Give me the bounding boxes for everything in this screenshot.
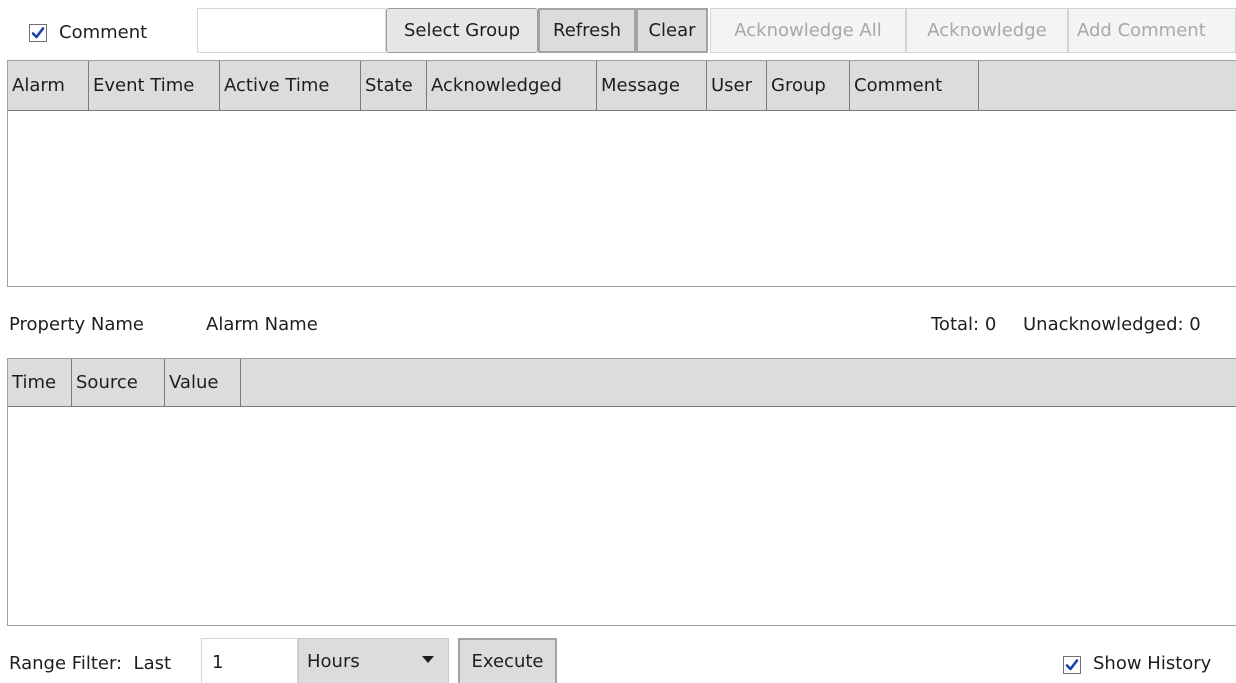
history-grid[interactable]: Time Source Value (7, 358, 1236, 626)
refresh-button-label: Refresh (553, 20, 621, 41)
column-header-label: Value (169, 372, 219, 393)
acknowledge-button-label: Acknowledge (927, 20, 1047, 41)
column-header-time[interactable]: Time (8, 359, 72, 406)
column-header-message[interactable]: Message (597, 61, 707, 110)
clear-button-label: Clear (648, 20, 696, 41)
column-header-label: Message (601, 75, 680, 96)
add-comment-button[interactable]: Add Comment (1068, 8, 1236, 53)
total-count: Total: 0 (931, 314, 997, 335)
acknowledge-button[interactable]: Acknowledge (906, 8, 1068, 53)
unacknowledged-count: Unacknowledged: 0 (1023, 314, 1201, 335)
column-header-acknowledged[interactable]: Acknowledged (427, 61, 597, 110)
column-header-event-time[interactable]: Event Time (89, 61, 220, 110)
chevron-down-icon (422, 656, 434, 663)
check-mark-icon (31, 27, 45, 39)
select-group-button[interactable]: Select Group (386, 8, 538, 53)
column-header-label: Event Time (93, 75, 195, 96)
add-comment-button-label: Add Comment (1077, 20, 1206, 41)
clear-button[interactable]: Clear (636, 8, 708, 53)
comment-input[interactable] (197, 8, 386, 53)
history-grid-header: Time Source Value (8, 359, 1236, 407)
column-header-label: Acknowledged (431, 75, 562, 96)
column-header-state[interactable]: State (361, 61, 427, 110)
alarm-grid[interactable]: Alarm Event Time Active Time State Ackno… (7, 60, 1236, 287)
comment-checkbox[interactable] (29, 24, 47, 42)
range-unit-value: Hours (307, 650, 360, 672)
range-value-input[interactable]: 1 (201, 638, 298, 683)
column-header-label: State (365, 75, 413, 96)
show-history-label: Show History (1093, 653, 1212, 674)
column-header-active-time[interactable]: Active Time (220, 61, 361, 110)
column-header-label: Active Time (224, 75, 330, 96)
column-header-source[interactable]: Source (72, 359, 165, 406)
select-group-button-label: Select Group (403, 20, 521, 41)
column-header-group[interactable]: Group (767, 61, 850, 110)
comment-checkbox-label: Comment (59, 22, 148, 43)
alarm-grid-header: Alarm Event Time Active Time State Ackno… (8, 61, 1236, 111)
column-header-label: Time (12, 372, 57, 393)
property-name-label: Property Name (9, 314, 144, 335)
refresh-button[interactable]: Refresh (538, 8, 636, 53)
show-history-checkbox[interactable] (1063, 656, 1081, 674)
range-value-text: 1 (212, 652, 224, 673)
range-unit-select[interactable]: Hours (298, 638, 449, 683)
column-header-comment[interactable]: Comment (850, 61, 979, 110)
column-header-label: User (711, 75, 753, 96)
acknowledge-all-button[interactable]: Acknowledge All (710, 8, 906, 53)
column-header-label: Comment (854, 75, 943, 96)
execute-button[interactable]: Execute (458, 638, 557, 683)
acknowledge-all-button-label: Acknowledge All (734, 20, 882, 41)
column-header-filler (979, 61, 1236, 110)
alarm-name-label: Alarm Name (206, 314, 318, 335)
column-header-value[interactable]: Value (165, 359, 241, 406)
column-header-label: Alarm (12, 75, 65, 96)
column-header-user[interactable]: User (707, 61, 767, 110)
column-header-alarm[interactable]: Alarm (8, 61, 89, 110)
column-header-label: Group (771, 75, 826, 96)
column-header-label: Source (76, 372, 138, 393)
range-filter-label: Range Filter: Last (9, 653, 172, 674)
execute-button-label: Execute (471, 651, 544, 672)
column-header-filler (241, 359, 1236, 406)
check-mark-icon (1065, 659, 1079, 671)
